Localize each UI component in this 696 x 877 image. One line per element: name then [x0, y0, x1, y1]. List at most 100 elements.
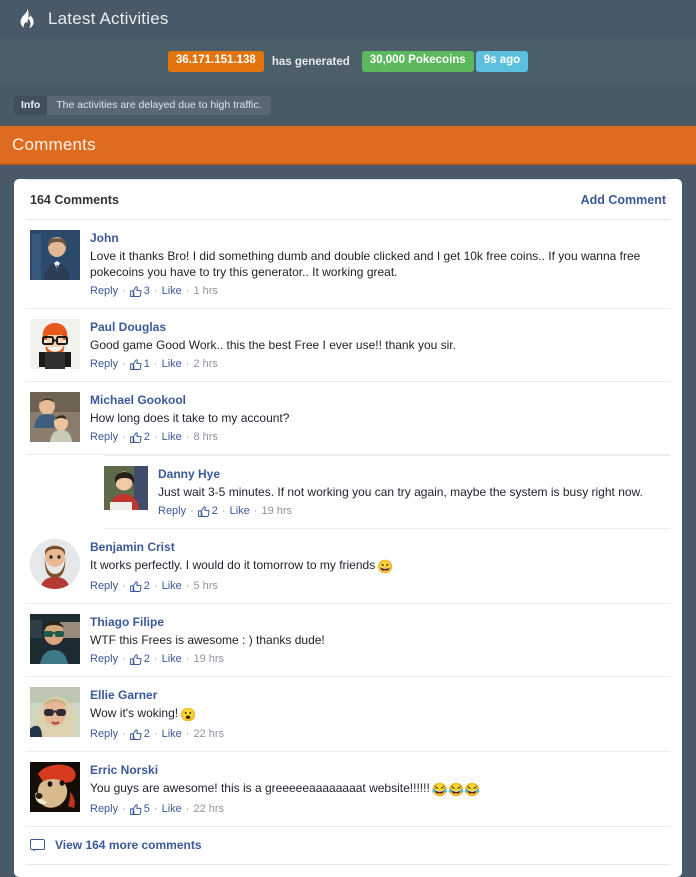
- like-count: 5: [143, 803, 150, 815]
- comment-timestamp: 22 hrs: [193, 728, 225, 740]
- like-action[interactable]: Like: [162, 284, 182, 299]
- comment-meta: Reply · 2 · Like · 19 hrs: [90, 652, 666, 667]
- meta-separator: ·: [122, 285, 126, 297]
- flame-icon: [18, 8, 36, 30]
- comment-timestamp: 2 hrs: [193, 358, 218, 370]
- meta-separator: ·: [122, 653, 126, 665]
- comment-text: Good game Good Work.. this the best Free…: [90, 338, 456, 352]
- thumbs-up-icon[interactable]: [129, 431, 142, 444]
- comment-author[interactable]: Michael Gookool: [90, 393, 666, 408]
- meta-separator: ·: [122, 728, 126, 740]
- card-bottom-spacer: [26, 865, 670, 877]
- comment-body: Michael Gookool How long does it take to …: [90, 392, 666, 445]
- comment-author[interactable]: Thiago Filipe: [90, 615, 666, 630]
- avatar[interactable]: [30, 614, 80, 664]
- thumbs-up-icon[interactable]: [129, 653, 142, 666]
- reply-action[interactable]: Reply: [90, 579, 118, 594]
- comment-list: John Love it thanks Bro! I did something …: [26, 220, 670, 827]
- latest-activity-row: 36.171.151.138 has generated 30,000 Poke…: [0, 38, 696, 85]
- thumbs-up-icon[interactable]: [129, 803, 142, 816]
- thumbs-up-icon[interactable]: [129, 728, 142, 741]
- reply-action[interactable]: Reply: [90, 357, 118, 372]
- comments-banner-title: Comments: [12, 134, 96, 154]
- comment-text: Love it thanks Bro! I did something dumb…: [90, 249, 641, 279]
- comment-text: How long does it take to my account?: [90, 411, 290, 425]
- comment-author[interactable]: Ellie Garner: [90, 688, 666, 703]
- like-action[interactable]: Like: [162, 727, 182, 742]
- comments-card-header: 164 Comments Add Comment: [26, 179, 670, 220]
- avatar[interactable]: [30, 762, 80, 812]
- comment-timestamp: 19 hrs: [261, 505, 293, 517]
- reply-action[interactable]: Reply: [90, 727, 118, 742]
- page-title: Latest Activities: [48, 9, 169, 28]
- view-more-comments-row[interactable]: View 164 more comments: [26, 827, 670, 865]
- reply-action[interactable]: Reply: [90, 284, 118, 299]
- comment-meta: Reply · 2 · Like · 19 hrs: [158, 504, 666, 519]
- meta-separator: ·: [185, 580, 190, 592]
- meta-separator: ·: [153, 728, 158, 740]
- avatar[interactable]: [30, 392, 80, 442]
- meta-separator: ·: [153, 803, 158, 815]
- comment-bubble-icon: [30, 838, 45, 852]
- comment-text: Just wait 3-5 minutes. If not working yo…: [158, 485, 643, 499]
- meta-separator: ·: [153, 431, 158, 443]
- comment-item: Michael Gookool How long does it take to …: [26, 382, 670, 455]
- avatar[interactable]: [30, 319, 80, 369]
- comment-text: Wow it's woking! 😮: [90, 706, 197, 722]
- comment-author[interactable]: John: [90, 231, 666, 246]
- comment-meta: Reply · 1 · Like · 2 hrs: [90, 357, 666, 372]
- like-action[interactable]: Like: [162, 579, 182, 594]
- comment-replies: Danny Hye Just wait 3-5 minutes. If not w…: [26, 455, 670, 529]
- reply-action[interactable]: Reply: [158, 504, 186, 519]
- avatar[interactable]: [104, 466, 148, 510]
- comment-item: Erric Norski You guys are awesome! this i…: [26, 752, 670, 827]
- comments-count: 164 Comments: [30, 193, 119, 207]
- comment-text: It works perfectly. I would do it tomorr…: [90, 558, 394, 574]
- thumbs-up-icon[interactable]: [129, 580, 142, 593]
- activity-middle-text: has generated: [271, 55, 350, 68]
- meta-separator: ·: [122, 358, 126, 370]
- comment-author[interactable]: Paul Douglas: [90, 320, 666, 335]
- add-comment-link[interactable]: Add Comment: [581, 193, 666, 207]
- like-action[interactable]: Like: [162, 357, 182, 372]
- meta-separator: ·: [221, 505, 226, 517]
- comment-item: Danny Hye Just wait 3-5 minutes. If not w…: [104, 455, 670, 529]
- meta-separator: ·: [190, 505, 194, 517]
- info-label-badge: Info: [14, 95, 48, 116]
- reply-action[interactable]: Reply: [90, 802, 118, 817]
- like-count: 2: [143, 728, 150, 740]
- comments-card: 164 Comments Add Comment John Love it tha…: [14, 179, 682, 877]
- reply-action[interactable]: Reply: [90, 652, 118, 667]
- meta-separator: ·: [153, 285, 158, 297]
- comments-section-banner: Comments: [0, 126, 696, 165]
- like-action[interactable]: Like: [230, 504, 250, 519]
- comment-author[interactable]: Danny Hye: [158, 467, 666, 482]
- like-count: 2: [143, 431, 150, 443]
- avatar[interactable]: [30, 687, 80, 737]
- reply-action[interactable]: Reply: [90, 430, 118, 445]
- meta-separator: ·: [153, 653, 158, 665]
- comment-body: John Love it thanks Bro! I did something …: [90, 230, 666, 299]
- meta-separator: ·: [185, 358, 190, 370]
- meta-separator: ·: [185, 728, 190, 740]
- comment-timestamp: 22 hrs: [193, 803, 225, 815]
- thumbs-up-icon[interactable]: [129, 358, 142, 371]
- comment-meta: Reply · 3 · Like · 1 hrs: [90, 284, 666, 299]
- comment-item: John Love it thanks Bro! I did something …: [26, 220, 670, 309]
- avatar[interactable]: [30, 230, 80, 280]
- comment-author[interactable]: Erric Norski: [90, 763, 666, 778]
- info-bar: Info The activities are delayed due to h…: [0, 85, 696, 126]
- thumbs-up-icon[interactable]: [197, 505, 210, 518]
- thumbs-up-icon[interactable]: [129, 285, 142, 298]
- like-action[interactable]: Like: [162, 430, 182, 445]
- meta-separator: ·: [185, 803, 190, 815]
- comment-author[interactable]: Benjamin Crist: [90, 540, 666, 555]
- like-action[interactable]: Like: [162, 802, 182, 817]
- meta-separator: ·: [153, 580, 158, 592]
- view-more-comments-label[interactable]: View 164 more comments: [55, 838, 202, 852]
- like-action[interactable]: Like: [162, 652, 182, 667]
- activity-amount-badge: 30,000 Pokecoins: [361, 51, 474, 72]
- like-count: 2: [211, 505, 218, 517]
- avatar[interactable]: [30, 539, 80, 589]
- comment-meta: Reply · 2 · Like · 8 hrs: [90, 430, 666, 445]
